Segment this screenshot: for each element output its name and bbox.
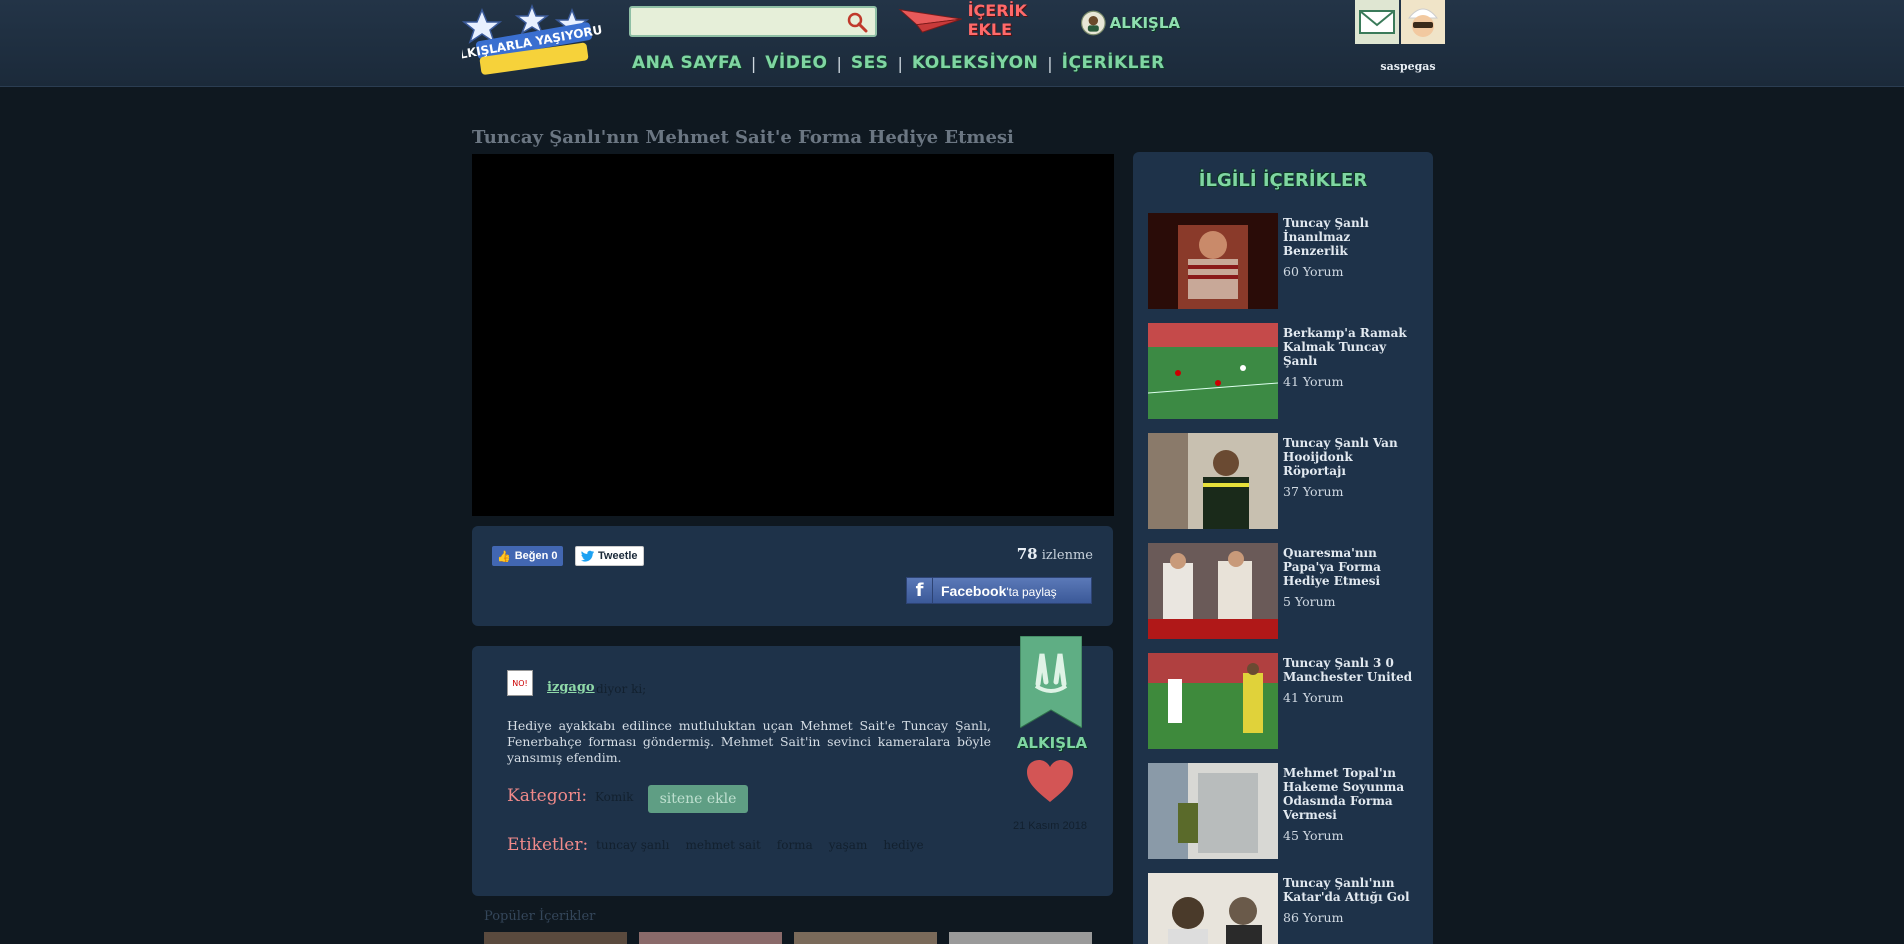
popular-label: Popüler İçerikler — [484, 909, 596, 924]
site-header: ALKIŞLARLA YAŞIYORUM İÇERİK EKLE ALKIŞLA… — [0, 0, 1904, 87]
clap-badge-icon[interactable] — [1020, 636, 1082, 728]
related-item[interactable]: Quaresma'nın Papa'ya Forma Hediye Etmesi… — [1148, 543, 1418, 641]
username[interactable]: saspegas — [1380, 60, 1436, 73]
related-comment-count: 41 Yorum — [1283, 690, 1344, 705]
main-nav: ANA SAYFA | VİDEO | SES | KOLEKSİYON | İ… — [632, 53, 1165, 73]
related-title[interactable]: Mehmet Topal'ın Hakeme Soyunma Odasında … — [1283, 766, 1413, 822]
related-item[interactable]: Mehmet Topal'ın Hakeme Soyunma Odasında … — [1148, 763, 1418, 861]
related-item[interactable]: Tuncay Şanlı'nın Katar'da Attığı Gol 86 … — [1148, 873, 1418, 944]
facebook-share-suffix: 'ta paylaş — [1006, 584, 1057, 599]
related-comment-count: 60 Yorum — [1283, 264, 1344, 279]
search-icon[interactable] — [845, 11, 869, 33]
tag-link[interactable]: mehmet sait — [685, 838, 760, 852]
nav-home[interactable]: ANA SAYFA — [632, 53, 742, 73]
author-says: diyor ki; — [596, 682, 647, 696]
add-content-label: İÇERİK EKLE — [967, 1, 1027, 39]
popular-thumb[interactable] — [794, 932, 937, 944]
related-thumb[interactable] — [1148, 433, 1278, 529]
add-content-button[interactable]: İÇERİK EKLE — [898, 1, 1070, 39]
video-player[interactable] — [472, 154, 1114, 516]
user-avatar[interactable] — [1401, 0, 1445, 44]
tag-link[interactable]: forma — [777, 838, 813, 852]
related-comment-count: 5 Yorum — [1283, 594, 1336, 609]
description-text: Hediye ayakkabı edilince mutluluktan uça… — [507, 718, 991, 765]
mail-icon[interactable] — [1355, 0, 1399, 44]
author-avatar-icon[interactable]: NO! — [507, 670, 533, 696]
popular-thumb[interactable] — [639, 932, 782, 944]
related-title[interactable]: Tuncay Şanlı İnanılmaz Benzerlik — [1283, 216, 1413, 258]
twitter-bird-icon — [581, 550, 594, 562]
related-title[interactable]: Tuncay Şanlı'nın Katar'da Attığı Gol — [1283, 876, 1413, 904]
facebook-like-button[interactable]: 👍 Beğen 0 — [492, 546, 563, 566]
heart-icon[interactable] — [1025, 758, 1075, 804]
post-date: 21 Kasım 2018 — [1013, 820, 1087, 832]
view-count: 78 izlenme — [1017, 545, 1093, 563]
related-thumb[interactable] — [1148, 763, 1278, 859]
clap-top-button[interactable]: ALKIŞLA — [1080, 4, 1180, 42]
search-box — [629, 6, 877, 37]
view-count-number: 78 — [1016, 545, 1038, 563]
related-thumb[interactable] — [1148, 323, 1278, 419]
related-item[interactable]: Tuncay Şanlı 3 0 Manchester United 41 Yo… — [1148, 653, 1418, 751]
related-title[interactable]: Tuncay Şanlı 3 0 Manchester United — [1283, 656, 1413, 684]
related-comment-count: 86 Yorum — [1283, 910, 1344, 925]
nav-collection[interactable]: KOLEKSİYON — [912, 53, 1038, 73]
thumbs-up-icon: 👍 — [497, 550, 511, 563]
category-label: Kategori: — [507, 786, 588, 806]
tag-link[interactable]: hediye — [883, 838, 923, 852]
clap-badge-label[interactable]: ALKIŞLA — [1014, 734, 1090, 752]
facebook-icon: f — [907, 577, 933, 604]
popular-thumb[interactable] — [484, 932, 627, 944]
tweet-label: Tweetle — [598, 550, 638, 562]
description-box: NO! izgago diyor ki; Hediye ayakkabı edi… — [472, 636, 1113, 896]
related-thumb[interactable] — [1148, 543, 1278, 639]
related-item[interactable]: Tuncay Şanlı İnanılmaz Benzerlik 60 Yoru… — [1148, 213, 1418, 311]
related-comment-count: 45 Yorum — [1283, 828, 1344, 843]
related-thumb[interactable] — [1148, 873, 1278, 944]
avatar-clap-icon — [1080, 10, 1106, 36]
related-title[interactable]: Berkamp'a Ramak Kalmak Tuncay Şanlı — [1283, 326, 1413, 368]
clap-top-label: ALKIŞLA — [1109, 14, 1180, 32]
paper-plane-icon — [898, 8, 962, 33]
category-link[interactable]: Komik — [595, 790, 633, 804]
related-sidebar: İLGİLİ İÇERİKLER Tuncay Şanlı İnanılmaz … — [1133, 152, 1433, 944]
tag-link[interactable]: yaşam — [829, 838, 868, 852]
tag-link[interactable]: tuncay şanlı — [596, 838, 669, 852]
facebook-like-label: Beğen 0 — [514, 550, 558, 562]
related-title[interactable]: Quaresma'nın Papa'ya Forma Hediye Etmesi — [1283, 546, 1413, 588]
nav-contents[interactable]: İÇERİKLER — [1062, 53, 1165, 73]
related-comment-count: 41 Yorum — [1283, 374, 1344, 389]
share-box: 👍 Beğen 0 Tweetle 78 izlenme f Facebook'… — [472, 526, 1113, 626]
related-item[interactable]: Tuncay Şanlı Van Hooijdonk Röportajı 37 … — [1148, 433, 1418, 531]
related-thumb[interactable] — [1148, 213, 1278, 309]
facebook-share-button[interactable]: f Facebook'ta paylaş — [906, 577, 1092, 604]
related-title[interactable]: Tuncay Şanlı Van Hooijdonk Röportajı — [1283, 436, 1413, 478]
author-link[interactable]: izgago — [547, 680, 595, 695]
related-item[interactable]: Berkamp'a Ramak Kalmak Tuncay Şanlı 41 Y… — [1148, 323, 1418, 421]
related-comment-count: 37 Yorum — [1283, 484, 1344, 499]
tags-label: Etiketler: — [507, 835, 589, 855]
sidebar-title: İLGİLİ İÇERİKLER — [1198, 170, 1368, 191]
page-title: Tuncay Şanlı'nın Mehmet Sait'e Forma Hed… — [472, 127, 1014, 148]
tweet-button[interactable]: Tweetle — [575, 546, 644, 566]
add-to-site-button[interactable]: sitene ekle — [648, 785, 748, 813]
nav-audio[interactable]: SES — [851, 53, 889, 73]
related-thumb[interactable] — [1148, 653, 1278, 749]
nav-video[interactable]: VİDEO — [765, 53, 827, 73]
search-input[interactable] — [637, 13, 837, 31]
facebook-share-label: Facebook — [941, 582, 1007, 599]
view-count-label: izlenme — [1041, 548, 1093, 563]
tag-list: tuncay şanlı mehmet sait forma yaşam hed… — [596, 838, 940, 852]
site-logo[interactable]: ALKIŞLARLA YAŞIYORUM — [462, 4, 602, 78]
popular-thumb[interactable] — [949, 932, 1092, 944]
